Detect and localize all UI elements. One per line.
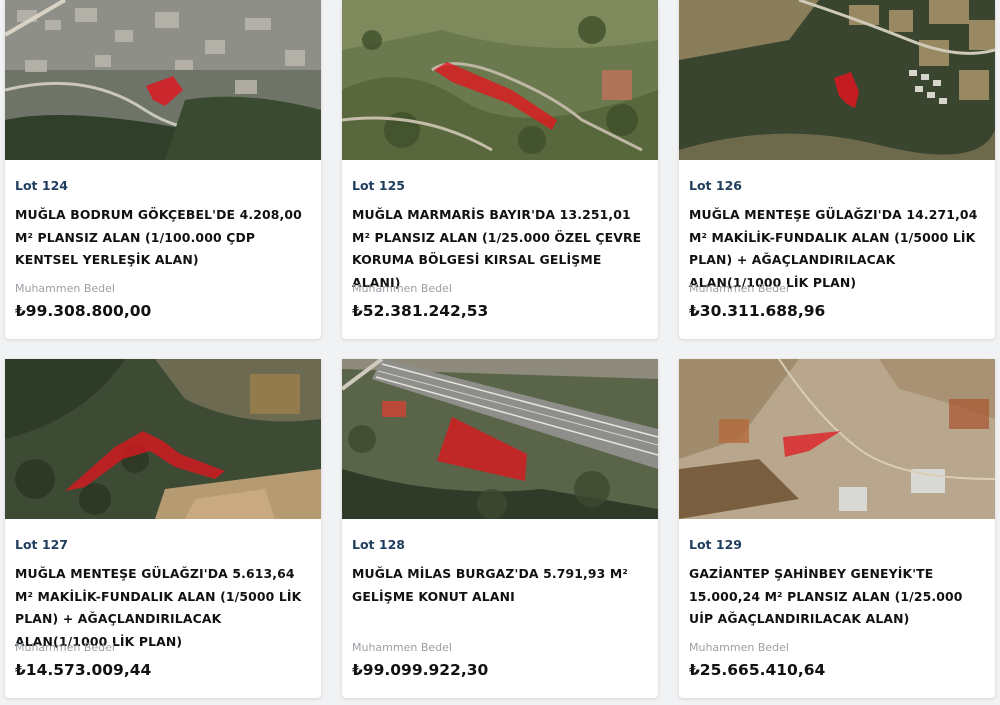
satellite-map-thumbnail[interactable] [342, 359, 658, 519]
lot-title[interactable]: MUĞLA MENTEŞE GÜLAĞZI'DA 5.613,64 M² MAK… [15, 563, 311, 649]
lot-price: ₺30.311.688,96 [689, 302, 826, 320]
price-label: Muhammen Bedel [352, 641, 452, 654]
lot-card[interactable]: Lot 127 MUĞLA MENTEŞE GÜLAĞZI'DA 5.613,6… [5, 359, 321, 698]
lot-grid: Lot 124 MUĞLA BODRUM GÖKÇEBEL'DE 4.208,0… [5, 0, 995, 698]
lot-price: ₺52.381.242,53 [352, 302, 489, 320]
lot-card[interactable]: Lot 126 MUĞLA MENTEŞE GÜLAĞZI'DA 14.271,… [679, 0, 995, 339]
satellite-map-image [342, 359, 658, 519]
lot-price: ₺25.665.410,64 [689, 661, 826, 679]
satellite-map-image [679, 0, 995, 160]
lot-number: Lot 126 [689, 178, 742, 193]
lot-title[interactable]: MUĞLA MARMARİS BAYIR'DA 13.251,01 M² PLA… [352, 204, 648, 290]
lot-number: Lot 125 [352, 178, 405, 193]
price-label: Muhammen Bedel [352, 282, 452, 295]
lot-number: Lot 124 [15, 178, 68, 193]
satellite-map-thumbnail[interactable] [679, 359, 995, 519]
lot-card[interactable]: Lot 129 GAZİANTEP ŞAHİNBEY GENEYİK'TE 15… [679, 359, 995, 698]
satellite-map-image [5, 0, 321, 160]
satellite-map-thumbnail[interactable] [679, 0, 995, 160]
lot-title[interactable]: MUĞLA MENTEŞE GÜLAĞZI'DA 14.271,04 M² MA… [689, 204, 985, 290]
lot-title[interactable]: MUĞLA BODRUM GÖKÇEBEL'DE 4.208,00 M² PLA… [15, 204, 311, 272]
lot-number: Lot 129 [689, 537, 742, 552]
lot-number: Lot 127 [15, 537, 68, 552]
lot-title[interactable]: MUĞLA MİLAS BURGAZ'DA 5.791,93 M² GELİŞM… [352, 563, 648, 631]
lot-card[interactable]: Lot 125 MUĞLA MARMARİS BAYIR'DA 13.251,0… [342, 0, 658, 339]
lot-price: ₺99.308.800,00 [15, 302, 152, 320]
lot-card[interactable]: Lot 124 MUĞLA BODRUM GÖKÇEBEL'DE 4.208,0… [5, 0, 321, 339]
satellite-map-thumbnail[interactable] [5, 0, 321, 160]
lot-price: ₺14.573.009,44 [15, 661, 152, 679]
satellite-map-image [679, 359, 995, 519]
price-label: Muhammen Bedel [689, 641, 789, 654]
satellite-map-thumbnail[interactable] [342, 0, 658, 160]
satellite-map-image [342, 0, 658, 160]
lot-title[interactable]: GAZİANTEP ŞAHİNBEY GENEYİK'TE 15.000,24 … [689, 563, 985, 631]
lot-price: ₺99.099.922,30 [352, 661, 489, 679]
satellite-map-thumbnail[interactable] [5, 359, 321, 519]
satellite-map-image [5, 359, 321, 519]
lot-card[interactable]: Lot 128 MUĞLA MİLAS BURGAZ'DA 5.791,93 M… [342, 359, 658, 698]
price-label: Muhammen Bedel [15, 282, 115, 295]
lot-number: Lot 128 [352, 537, 405, 552]
